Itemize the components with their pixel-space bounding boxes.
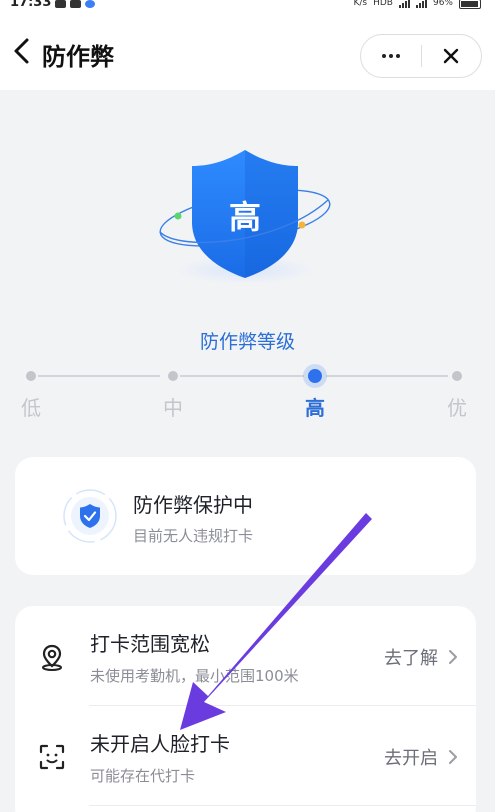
risk-item-subtitle: 未使用考勤机，最小范围100米 <box>90 667 299 685</box>
protection-title: 防作弊保护中 <box>133 493 253 517</box>
chevron-right-icon <box>449 650 457 664</box>
more-button[interactable] <box>361 35 421 77</box>
chevron-left-icon <box>14 38 29 64</box>
back-button[interactable] <box>8 36 36 66</box>
level-dot-high[interactable] <box>308 369 322 383</box>
protection-shield-icon <box>63 489 117 543</box>
learn-more-button[interactable]: 去了解 <box>384 644 458 670</box>
app-notification-icon <box>70 0 82 8</box>
level-label-low[interactable]: 低 <box>21 392 41 421</box>
level-line-1 <box>38 375 160 377</box>
close-icon <box>444 48 459 64</box>
shield-hero: 高 <box>150 140 340 290</box>
status-left: 17:33 <box>10 0 96 12</box>
chevron-right-icon <box>449 750 457 764</box>
status-right: K/s HDB 96% <box>353 0 481 12</box>
protection-status-card: 防作弊保护中 目前无人违规打卡 <box>15 457 476 575</box>
network-type: HDB <box>373 0 393 8</box>
status-bar: 17:33 K/s HDB 96% <box>0 0 495 12</box>
shield-level-text: 高 <box>228 198 261 236</box>
battery-icon <box>459 0 481 9</box>
level-slider[interactable]: 低 中 高 优 <box>0 369 495 425</box>
action-label: 去了解 <box>384 648 438 669</box>
risk-items-card: 打卡范围宽松 未使用考勤机，最小范围100米 去了解 未开启人脸打卡 可能存在代… <box>15 606 476 812</box>
level-dot-excellent[interactable] <box>452 371 462 381</box>
mini-program-capsule <box>360 34 482 78</box>
level-line-3 <box>326 375 448 377</box>
level-title: 防作弊等级 <box>199 331 295 353</box>
level-label-excellent[interactable]: 优 <box>447 392 467 421</box>
risk-item-subtitle: 可能存在代打卡 <box>90 767 196 785</box>
risk-item-face[interactable]: 未开启人脸打卡 可能存在代打卡 去开启 <box>15 706 476 806</box>
enable-face-button[interactable]: 去开启 <box>384 744 458 770</box>
status-time: 17:33 <box>10 0 52 10</box>
face-scan-icon <box>39 744 65 770</box>
protection-subtitle: 目前无人违规打卡 <box>133 527 254 545</box>
row-divider <box>89 805 476 806</box>
level-dot-low[interactable] <box>26 371 36 381</box>
signal-icon <box>398 0 410 8</box>
level-dot-medium[interactable] <box>168 371 178 381</box>
action-label: 去开启 <box>384 748 438 769</box>
level-line-2 <box>180 375 304 377</box>
notification-icon <box>55 0 67 8</box>
location-pin-icon <box>42 644 62 671</box>
page-title: 防作弊 <box>42 43 114 71</box>
network-speed: K/s <box>353 0 368 8</box>
battery-percent: 96% <box>432 0 453 8</box>
level-label-medium[interactable]: 中 <box>163 392 183 421</box>
risk-item-range[interactable]: 打卡范围宽松 未使用考勤机，最小范围100米 去了解 <box>15 606 476 706</box>
risk-item-title: 打卡范围宽松 <box>90 632 210 656</box>
cloud-icon <box>85 0 96 8</box>
close-button[interactable] <box>421 35 481 77</box>
signal-icon-2 <box>415 0 427 8</box>
nav-bar: 防作弊 <box>0 12 495 90</box>
level-label-high[interactable]: 高 <box>305 392 325 421</box>
more-icon <box>381 54 400 58</box>
risk-item-title: 未开启人脸打卡 <box>90 732 230 756</box>
